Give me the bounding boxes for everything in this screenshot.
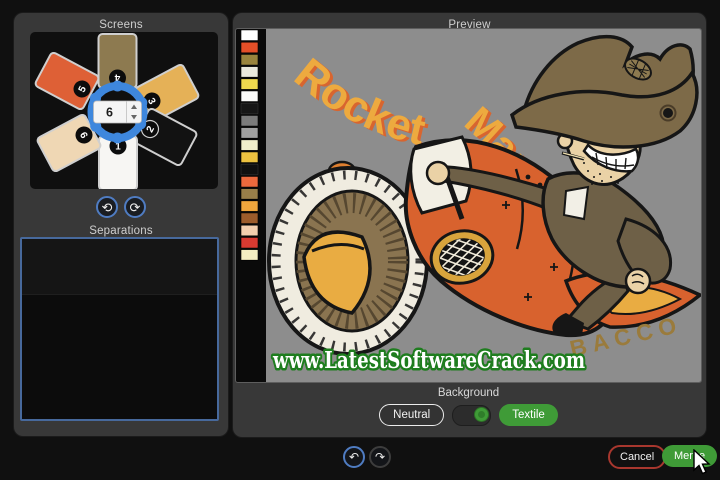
textile-button[interactable]: Textile bbox=[499, 404, 558, 426]
swatch[interactable] bbox=[241, 42, 258, 53]
toggle-knob[interactable] bbox=[474, 407, 489, 422]
rotate-cw-button[interactable]: ⟳ bbox=[124, 196, 146, 218]
preview-panel: Preview bbox=[233, 13, 706, 437]
background-toggle[interactable] bbox=[452, 405, 491, 426]
undo-icon: ↶ bbox=[349, 450, 359, 464]
separations-panel-title: Separations bbox=[14, 219, 228, 237]
swatch[interactable] bbox=[241, 189, 258, 200]
separations-list[interactable] bbox=[20, 237, 219, 421]
swatch[interactable] bbox=[241, 30, 258, 41]
swatch[interactable] bbox=[241, 128, 258, 139]
artwork-canvas: Rocket Man bbox=[266, 29, 701, 382]
screens-radial-svg: 4 3 2 1 6 bbox=[30, 32, 218, 189]
swatch[interactable] bbox=[241, 176, 258, 187]
swatch[interactable] bbox=[241, 250, 258, 261]
swatch-list[interactable] bbox=[241, 30, 258, 260]
separations-list-row[interactable] bbox=[22, 239, 217, 295]
swatch[interactable] bbox=[241, 140, 258, 151]
swatch-strip bbox=[236, 29, 266, 382]
preview-image-area: Rocket Man bbox=[236, 29, 701, 382]
screens-radial-view: 4 3 2 1 6 bbox=[30, 32, 218, 189]
merge-button[interactable]: Merge bbox=[662, 445, 717, 467]
hat-hole bbox=[663, 108, 673, 118]
rotate-ccw-icon: ⟲ bbox=[102, 200, 113, 215]
app-window: { "app": {"panel_bg": "#383838", "accent… bbox=[0, 0, 720, 480]
screens-panel-title: Screens bbox=[14, 13, 228, 31]
rider-shirt bbox=[564, 187, 588, 219]
swatch[interactable] bbox=[241, 67, 258, 78]
screens-separations-panel: Screens 4 3 2 1 bbox=[14, 13, 228, 436]
rotate-cw-icon: ⟳ bbox=[130, 200, 141, 215]
swatch[interactable] bbox=[241, 164, 258, 175]
screen-card-4[interactable]: 4 bbox=[99, 34, 137, 88]
cancel-button[interactable]: Cancel bbox=[608, 445, 666, 469]
redo-icon: ↷ bbox=[375, 450, 385, 464]
swatch[interactable] bbox=[241, 115, 258, 126]
screen-count-stepper[interactable]: 6 bbox=[94, 101, 142, 123]
swatch[interactable] bbox=[241, 213, 258, 224]
swatch[interactable] bbox=[241, 54, 258, 65]
neutral-button[interactable]: Neutral bbox=[379, 404, 444, 426]
rider-hand bbox=[427, 162, 449, 184]
watermark-text: www.LatestSoftwareCrack.com bbox=[272, 347, 585, 374]
background-controls: Neutral Textile bbox=[236, 404, 701, 426]
screen-card-1[interactable]: 1 bbox=[99, 136, 137, 189]
rotate-buttons-row: ⟲ ⟳ bbox=[14, 196, 228, 218]
swatch[interactable] bbox=[241, 91, 258, 102]
rotate-ccw-button[interactable]: ⟲ bbox=[96, 196, 118, 218]
redo-button[interactable]: ↷ bbox=[369, 446, 391, 468]
swatch[interactable] bbox=[241, 103, 258, 114]
stepper-value: 6 bbox=[106, 106, 113, 120]
swatch[interactable] bbox=[241, 225, 258, 236]
swatch[interactable] bbox=[241, 201, 258, 212]
swatch[interactable] bbox=[241, 237, 258, 248]
swatch[interactable] bbox=[241, 152, 258, 163]
background-section-label: Background bbox=[236, 387, 701, 399]
swatch[interactable] bbox=[241, 79, 258, 90]
undo-button[interactable]: ↶ bbox=[343, 446, 365, 468]
